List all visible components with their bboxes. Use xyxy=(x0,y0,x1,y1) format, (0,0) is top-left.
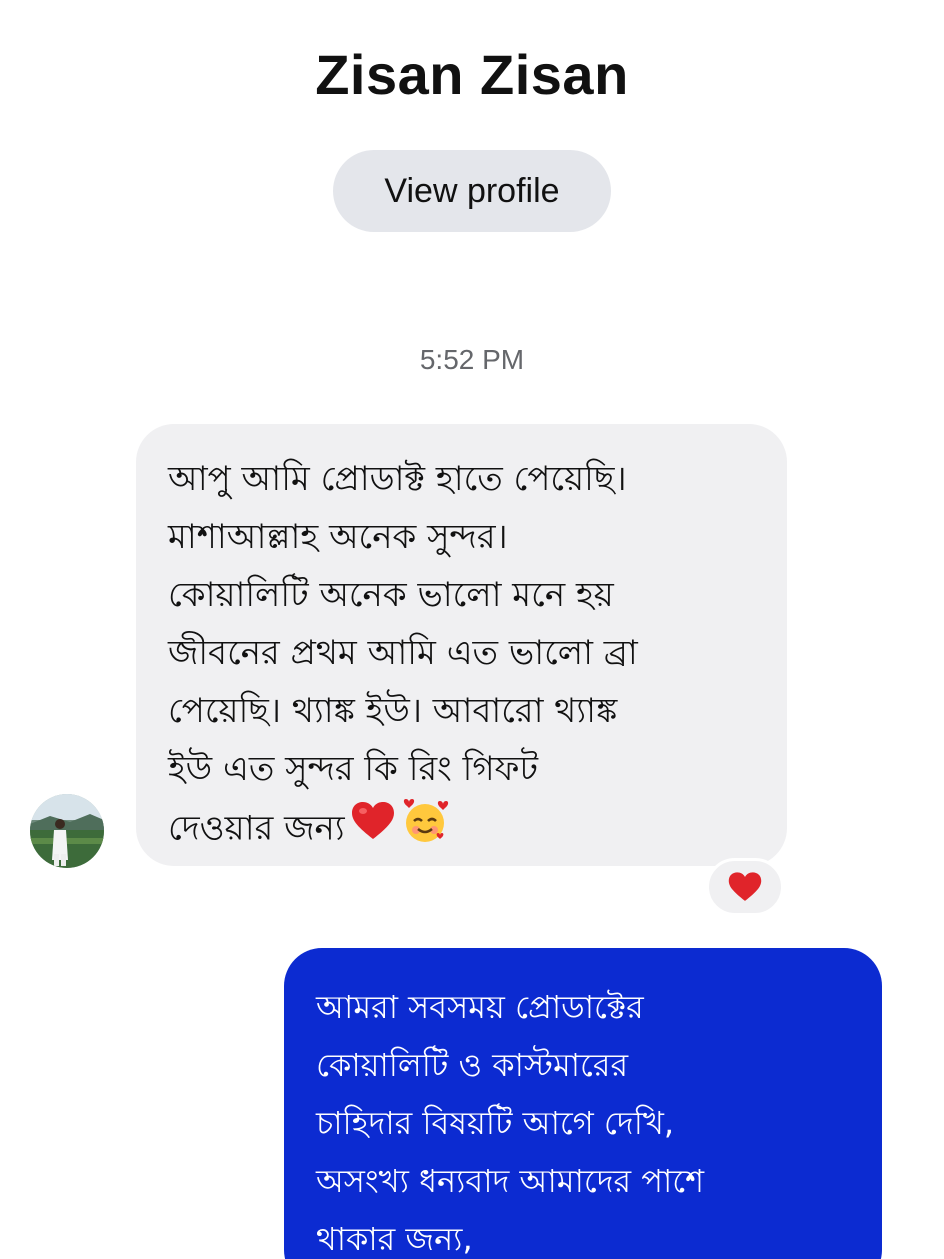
smiling-face-with-hearts-icon xyxy=(401,798,449,862)
outgoing-message-text: আমরা সবসময় প্রোডাক্টের কোয়ালিটি ও কাস্… xyxy=(316,988,705,1258)
heart-reaction[interactable] xyxy=(706,858,784,916)
contact-name: Zisan Zisan xyxy=(315,43,629,106)
view-profile-button[interactable]: View profile xyxy=(333,150,611,232)
outgoing-message-bubble[interactable]: আমরা সবসময় প্রোডাক্টের কোয়ালিটি ও কাস্… xyxy=(284,948,882,1259)
incoming-message-text: আপু আমি প্রোডাক্ট হাতে পেয়েছি। মাশাআল্ল… xyxy=(168,459,638,849)
message-timestamp: 5:52 PM xyxy=(419,344,525,375)
heart-reaction-icon xyxy=(728,872,762,901)
incoming-message-bubble[interactable]: আপু আমি প্রোডাক্ট হাতে পেয়েছি। মাশাআল্ল… xyxy=(136,424,787,866)
sender-avatar[interactable] xyxy=(30,794,104,868)
red-heart-icon xyxy=(351,801,395,859)
avatar-photo-icon xyxy=(30,794,104,868)
chat-screen: Zisan Zisan View profile 5:52 PM আপু আমি… xyxy=(0,0,944,1259)
